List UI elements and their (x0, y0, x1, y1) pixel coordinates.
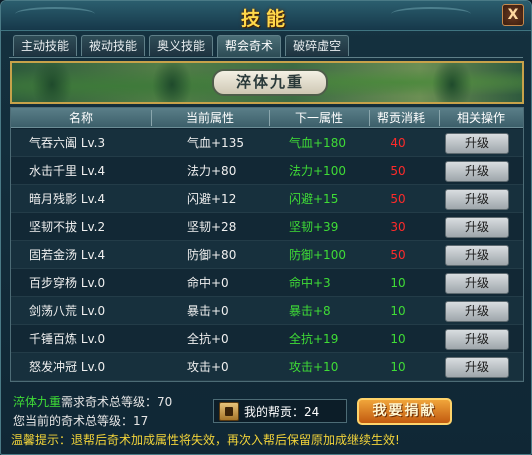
guild-arts-table: 名称 当前属性 下一属性 帮贡消耗 相关操作 气吞六阖 Lv.3 气血+135 … (10, 107, 524, 382)
contribution-label: 我的帮贡： (244, 405, 305, 419)
banner-tree-left (32, 63, 72, 102)
requirement-text: 需求奇术总等级：70 (61, 395, 173, 409)
close-button[interactable]: X (502, 4, 524, 26)
upgrade-button[interactable]: 升级 (445, 329, 509, 350)
banner: 淬体九重 (10, 61, 524, 104)
current-attribute: 坚韧+28 (187, 220, 237, 234)
tip-text: 温馨提示：退帮后奇术加成属性将失效，再次入帮后保留原加成继续生效! (11, 433, 400, 447)
skill-name: 气吞六阖 Lv.3 (29, 136, 106, 150)
skill-name: 暗月残影 Lv.4 (29, 192, 106, 206)
current-attribute: 法力+80 (187, 164, 237, 178)
current-attribute: 气血+135 (187, 136, 244, 150)
banner-tree-right (432, 63, 472, 102)
contribution-panel: 我的帮贡： 24 (213, 399, 347, 423)
table-row: 千锤百炼 Lv.0 全抗+0 全抗+19 10 升级 (11, 325, 523, 353)
table-row: 固若金汤 Lv.4 防御+80 防御+100 50 升级 (11, 241, 523, 269)
skill-name: 千锤百炼 Lv.0 (29, 332, 106, 346)
header-action: 相关操作 (456, 111, 505, 125)
skill-name: 固若金汤 Lv.4 (29, 248, 106, 262)
upgrade-button[interactable]: 升级 (445, 217, 509, 238)
current-level-text: 您当前的奇术总等级：17 (13, 414, 149, 428)
tab-active-skills[interactable]: 主动技能 (13, 35, 78, 56)
contribution-icon (219, 402, 239, 421)
contribution-cost: 10 (390, 276, 406, 290)
header-cost: 帮贡消耗 (376, 111, 425, 125)
contribution-cost: 30 (390, 220, 406, 234)
upgrade-button[interactable]: 升级 (445, 273, 509, 294)
table-row: 坚韧不拔 Lv.2 坚韧+28 坚韧+39 30 升级 (11, 213, 523, 241)
skill-name: 怒发冲冠 Lv.0 (29, 360, 106, 374)
current-attribute: 闪避+12 (187, 192, 237, 206)
requirement-line: 淬体九重需求奇术总等级：70 (13, 394, 172, 410)
table-row: 百步穿杨 Lv.0 命中+0 命中+3 10 升级 (11, 269, 523, 297)
title-bar[interactable]: 技能 X (1, 1, 531, 31)
upgrade-button[interactable]: 升级 (445, 161, 509, 182)
tab-passive-skills[interactable]: 被动技能 (81, 35, 146, 56)
skill-name: 百步穿杨 Lv.0 (29, 276, 106, 290)
upgrade-button[interactable]: 升级 (445, 245, 509, 266)
contribution-cost: 50 (390, 192, 406, 206)
tab-bar: 主动技能 被动技能 奥义技能 帮会奇术 破碎虚空 (13, 35, 353, 57)
tab-divider (9, 57, 523, 58)
upgrade-button[interactable]: 升级 (445, 301, 509, 322)
contribution-cost: 10 (390, 360, 406, 374)
requirement-skill-name: 淬体九重 (13, 395, 62, 409)
banner-tree-mid (152, 63, 192, 102)
tab-break-void[interactable]: 破碎虚空 (285, 35, 350, 56)
skills-window: 技能 X 主动技能 被动技能 奥义技能 帮会奇术 破碎虚空 淬体九重 名称 当前… (0, 0, 532, 455)
current-attribute: 全抗+0 (187, 332, 229, 346)
table-row: 怒发冲冠 Lv.0 攻击+0 攻击+10 10 升级 (11, 353, 523, 381)
table-row: 暗月残影 Lv.4 闪避+12 闪避+15 50 升级 (11, 185, 523, 213)
banner-title: 淬体九重 (212, 69, 328, 96)
skill-name: 坚韧不拔 Lv.2 (29, 220, 106, 234)
upgrade-button[interactable]: 升级 (445, 189, 509, 210)
current-attribute: 攻击+0 (187, 360, 229, 374)
skill-name: 水击千里 Lv.4 (29, 164, 106, 178)
table-row: 水击千里 Lv.4 法力+80 法力+100 50 升级 (11, 157, 523, 185)
table-row: 气吞六阖 Lv.3 气血+135 气血+180 40 升级 (11, 129, 523, 157)
contribution-cost: 40 (390, 136, 406, 150)
current-attribute: 命中+0 (187, 276, 229, 290)
table-header: 名称 当前属性 下一属性 帮贡消耗 相关操作 (11, 108, 523, 128)
tab-guild-arts[interactable]: 帮会奇术 (217, 35, 282, 57)
contribution-cost: 10 (390, 332, 406, 346)
current-attribute: 暴击+0 (187, 304, 229, 318)
skill-name: 剑荡八荒 Lv.0 (29, 304, 106, 318)
donate-button[interactable]: 我要捐献 (357, 398, 452, 425)
contribution-value: 24 (304, 405, 320, 419)
window-title: 技能 (240, 8, 291, 30)
current-attribute: 防御+80 (187, 248, 237, 262)
upgrade-button[interactable]: 升级 (445, 133, 509, 154)
header-next: 下一属性 (294, 111, 343, 125)
contribution-cost: 10 (390, 304, 406, 318)
contribution-cost: 50 (390, 164, 406, 178)
header-name: 名称 (68, 111, 93, 125)
upgrade-button[interactable]: 升级 (445, 357, 509, 378)
tab-ultimate-skills[interactable]: 奥义技能 (149, 35, 214, 56)
header-current: 当前属性 (185, 111, 234, 125)
contribution-cost: 50 (390, 248, 406, 262)
table-row: 剑荡八荒 Lv.0 暴击+0 暴击+8 10 升级 (11, 297, 523, 325)
